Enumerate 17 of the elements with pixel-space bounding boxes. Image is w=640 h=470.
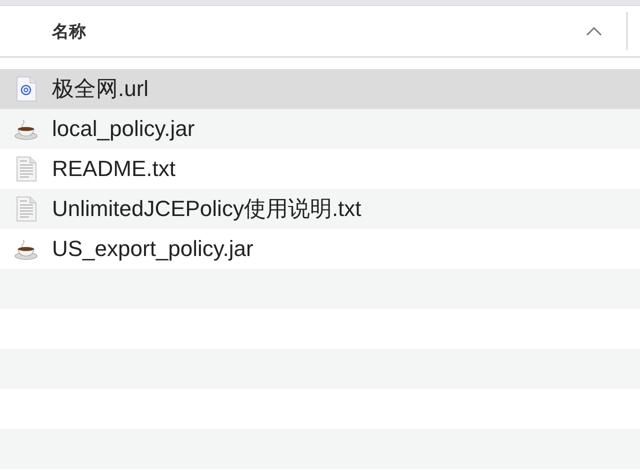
file-name: local_policy.jar xyxy=(52,116,195,142)
file-row[interactable]: local_policy.jar xyxy=(0,109,640,149)
file-name: README.txt xyxy=(52,156,176,182)
web-link-document-icon xyxy=(14,76,38,102)
file-row[interactable]: 极全网.url xyxy=(0,69,640,109)
file-row[interactable]: US_export_policy.jar xyxy=(0,229,640,269)
file-name: 极全网.url xyxy=(52,75,149,103)
text-document-icon xyxy=(14,156,38,182)
text-document-icon xyxy=(14,196,38,222)
file-name: US_export_policy.jar xyxy=(52,236,254,262)
column-title: 名称 xyxy=(52,20,87,42)
coffee-cup-icon xyxy=(14,238,38,260)
file-row[interactable]: UnlimitedJCEPolicy使用说明.txt xyxy=(0,189,640,229)
coffee-cup-icon xyxy=(14,118,38,140)
column-header[interactable]: 名称 xyxy=(0,6,640,58)
file-name: UnlimitedJCEPolicy使用说明.txt xyxy=(52,195,362,223)
file-row[interactable]: README.txt xyxy=(0,149,640,189)
